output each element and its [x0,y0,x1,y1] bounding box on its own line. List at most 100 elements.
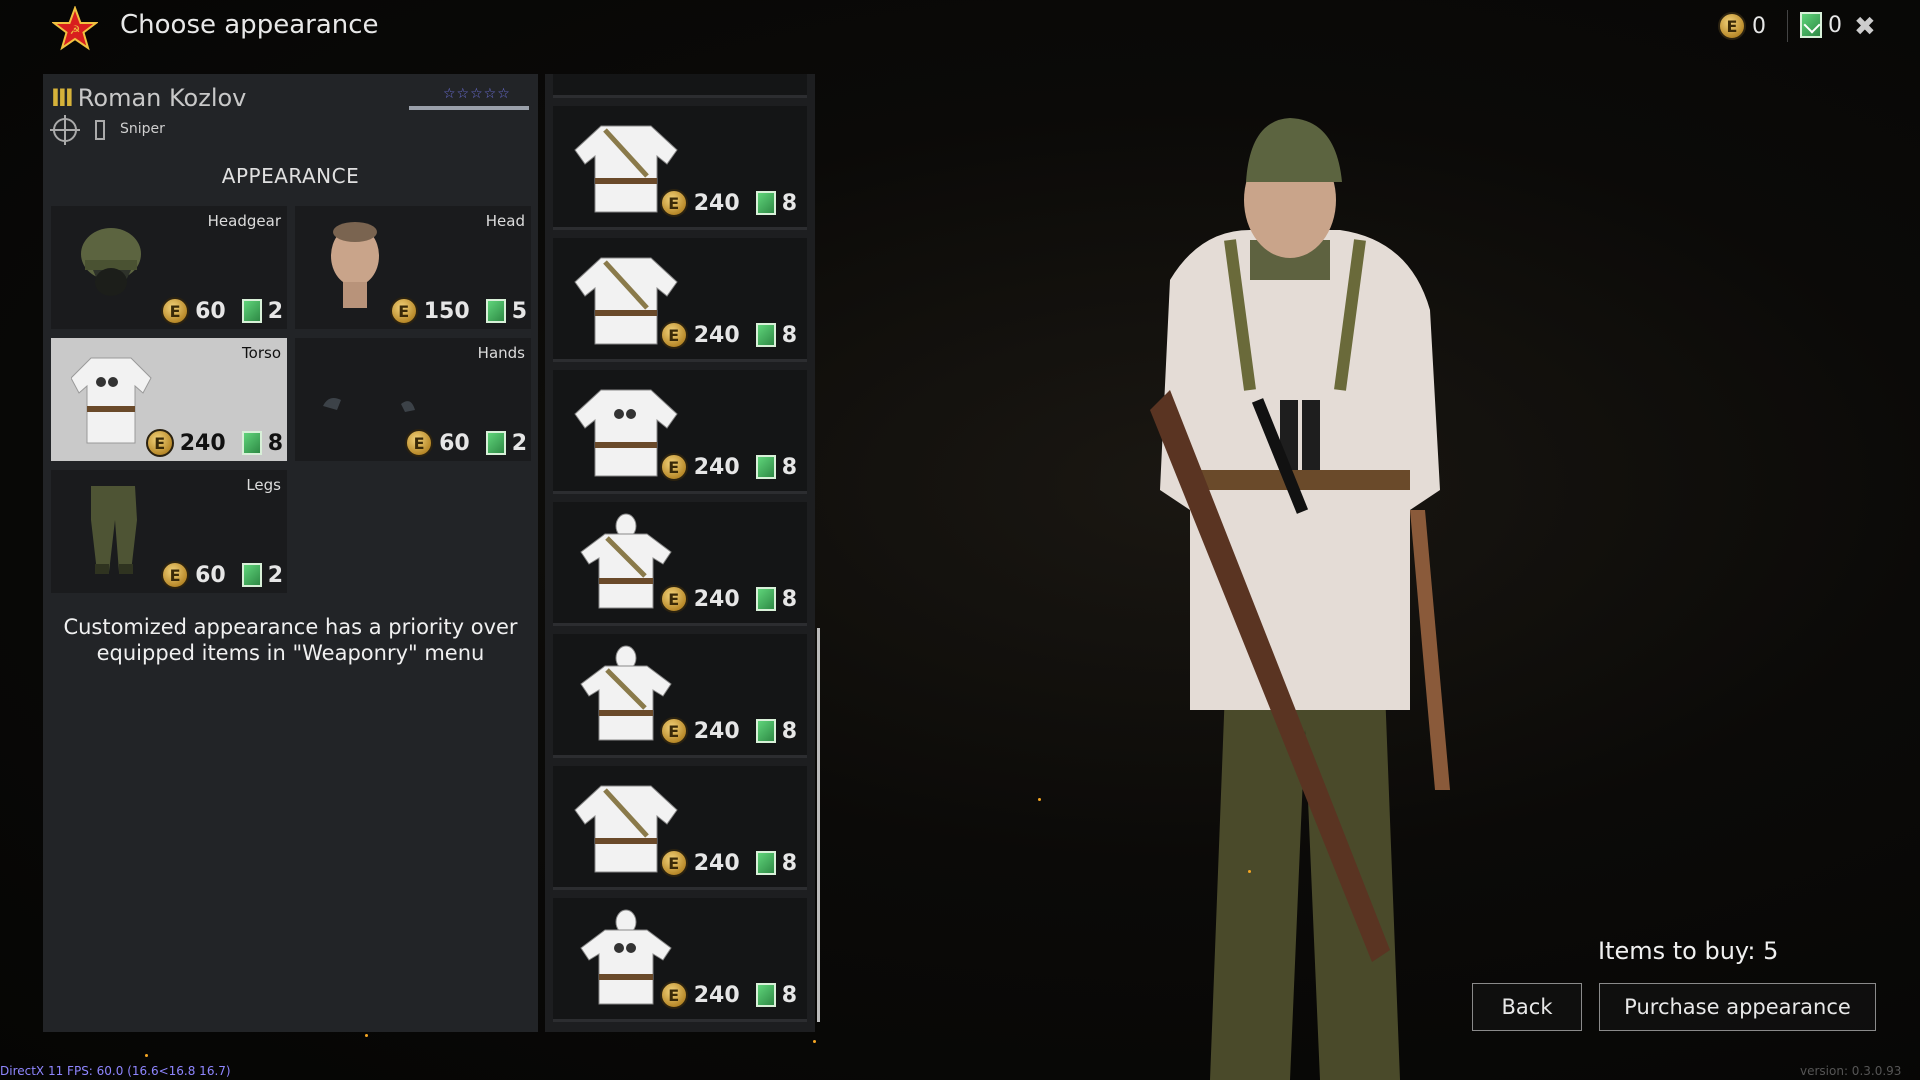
coin-icon: E [659,849,688,877]
variant-price: E 240 8 [659,453,797,481]
variant-card[interactable]: E 240 8 [553,238,807,362]
ticket-value: 8 [781,850,797,876]
silver-balance: E 0 [1718,12,1766,40]
slot-legs[interactable]: Legs E 60 2 [51,470,287,593]
price-value: 240 [693,322,740,348]
price-value: 240 [693,190,740,216]
ticket-value: 2 [267,298,283,324]
price-value: 240 [693,718,740,744]
coin-icon: E [659,189,688,217]
coin-icon: E [145,429,174,457]
ticket-icon [241,299,262,323]
coin-icon: E [659,981,688,1009]
torso-variant-list[interactable]: E 240 8 E 240 8 E 240 8 E 240 8 E 240 8 E 240 8 E 240… [545,74,815,1032]
silver-amount: 0 [1752,13,1766,39]
variant-price: E 240 8 [659,321,797,349]
price-value: 60 [195,562,226,588]
variant-card[interactable]: E 240 8 [553,766,807,890]
variant-card[interactable]: E 240 8 [553,370,807,494]
price-value: 240 [693,586,740,612]
soldier-name-text: Roman Kozlov [77,84,247,112]
coin-icon: E [405,429,434,457]
coin-icon: E [659,585,688,613]
currency-divider [1787,10,1788,42]
ticket-icon [755,191,776,215]
slot-price: E 240 8 [145,429,283,457]
coin-icon: E [1718,12,1746,40]
appearance-panel: III Roman Kozlov ☆☆☆☆☆ Sniper APPEARANCE … [43,74,538,1032]
close-icon[interactable]: ✖ [1854,12,1876,42]
variant-card[interactable]: E 240 8 [553,106,807,230]
coin-icon: E [659,321,688,349]
ticket-value: 8 [781,322,797,348]
version-label: version: 0.3.0.93 [1800,1064,1902,1078]
ticket-icon [755,851,776,875]
helmet-icon [81,228,141,296]
ticket-icon [241,563,262,587]
ticket-icon [485,299,506,323]
variant-price: E 240 8 [659,717,797,745]
price-value: 240 [693,454,740,480]
price-value: 240 [179,430,226,456]
slot-headgear[interactable]: Headgear E 60 2 [51,206,287,329]
back-button[interactable]: Back [1472,983,1582,1031]
svg-text:☭: ☭ [70,23,81,37]
ticket-icon [1800,12,1822,38]
priority-note: Customized appearance has a priority ove… [63,615,518,665]
ticket-value: 8 [781,982,797,1008]
price-value: 60 [439,430,470,456]
slot-torso[interactable]: Torso E 240 8 [51,338,287,461]
coin-icon: E [389,297,418,325]
ticket-value: 2 [511,430,527,456]
items-to-buy: Items to buy: 5 [1598,937,1779,965]
variant-list-scrollbar[interactable] [817,628,820,1022]
variant-card[interactable]: E 240 8 [553,898,807,1022]
ticket-value: 8 [781,586,797,612]
ticket-icon [755,719,776,743]
ticket-icon [755,455,776,479]
price-value: 240 [693,982,740,1008]
ticket-value: 2 [267,562,283,588]
coin-icon: E [659,717,688,745]
gold-amount: 0 [1828,12,1842,38]
slot-price: E 60 2 [161,561,283,589]
rank-icon: III [51,84,74,112]
slot-label: Hands [477,344,525,362]
purchase-appearance-button[interactable]: Purchase appearance [1599,983,1876,1031]
soldier-class: Sniper [120,121,165,137]
fps-counter: DirectX 11 FPS: 60.0 (16.6<16.8 16.7) [0,1064,231,1078]
variant-card[interactable]: E 240 8 [553,634,807,758]
ember-particle [813,1040,816,1043]
variant-price: E 240 8 [659,981,797,1009]
soldier-preview[interactable] [1080,90,1500,1080]
rating-stars: ☆☆☆☆☆ [443,86,511,102]
ember-particle [1038,798,1041,801]
ticket-icon [755,983,776,1007]
ticket-value: 8 [781,718,797,744]
rating-bar [409,106,529,110]
slot-price: E 60 2 [405,429,527,457]
slot-label: Headgear [207,212,281,230]
variant-card[interactable]: E 240 8 [553,502,807,626]
ticket-icon [485,431,506,455]
ticket-icon [241,431,262,455]
slot-hands[interactable]: Hands E 60 2 [295,338,531,461]
variant-card[interactable] [553,74,807,98]
slot-head[interactable]: Head E 150 5 [295,206,531,329]
variant-price: E 240 8 [659,585,797,613]
variant-price: E 240 8 [659,849,797,877]
screen-title: Choose appearance [120,10,379,40]
gold-balance: 0 [1800,12,1842,38]
ember-particle [145,1054,148,1057]
ticket-value: 8 [267,430,283,456]
price-value: 150 [423,298,470,324]
appearance-section-title: APPEARANCE [221,164,360,188]
price-value: 240 [693,850,740,876]
ticket-icon [755,323,776,347]
slot-price: E 60 2 [161,297,283,325]
coin-icon: E [659,453,688,481]
trousers-icon [91,486,137,574]
variant-price: E 240 8 [659,189,797,217]
ticket-icon [755,587,776,611]
soviet-star-icon: ☭ [52,6,98,51]
